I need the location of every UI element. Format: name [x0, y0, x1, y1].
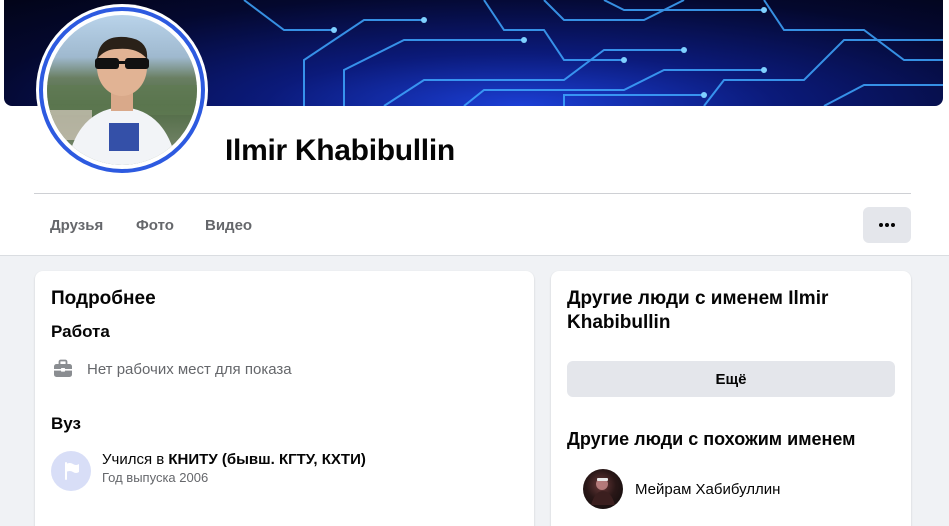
school-flag-icon — [51, 451, 91, 491]
education-line: Учился в КНИТУ (бывш. КГТУ, КХТИ) — [102, 451, 366, 468]
education-heading: Вуз — [51, 414, 81, 433]
similar-name-title: Другие люди с похожим именем — [567, 429, 856, 449]
education-school-link[interactable]: КНИТУ (бывш. КГТУ, КХТИ) — [168, 451, 365, 468]
briefcase-icon — [54, 359, 72, 377]
header-divider — [34, 193, 911, 194]
education-year: Год выпуска 2006 — [102, 470, 209, 485]
same-name-title: Другие люди с именем Ilmir Khabibullin — [567, 288, 829, 333]
profile-name: Ilmir Khabibullin — [225, 134, 455, 167]
person-name[interactable]: Мейрам Хабибуллин — [635, 481, 780, 498]
tab-photos[interactable]: Фото — [136, 217, 174, 234]
tab-friends[interactable]: Друзья — [50, 217, 103, 234]
person-silhouette — [591, 478, 615, 505]
flag-glyph — [65, 462, 79, 480]
tab-videos[interactable]: Видео — [205, 217, 252, 234]
people-card: Другие люди с именем Ilmir Khabibullin Е… — [551, 271, 911, 526]
avatar-illustration — [47, 36, 197, 165]
avatar[interactable] — [583, 469, 623, 509]
work-heading: Работа — [51, 322, 110, 341]
work-empty-text: Нет рабочих мест для показа — [87, 361, 292, 378]
about-title: Подробнее — [51, 288, 156, 309]
education-prefix: Учился в — [102, 451, 165, 468]
more-horizontal-icon — [879, 223, 895, 227]
more-options-button[interactable] — [863, 207, 911, 243]
list-item[interactable]: Мейрам Хабибуллин — [583, 469, 780, 509]
profile-avatar[interactable] — [47, 15, 197, 165]
see-more-button[interactable]: Ещё — [567, 361, 895, 397]
about-card: Подробнее Работа Нет рабочих мест для по… — [35, 271, 534, 526]
profile-header: Ilmir Khabibullin Друзья Фото Видео — [0, 0, 949, 256]
